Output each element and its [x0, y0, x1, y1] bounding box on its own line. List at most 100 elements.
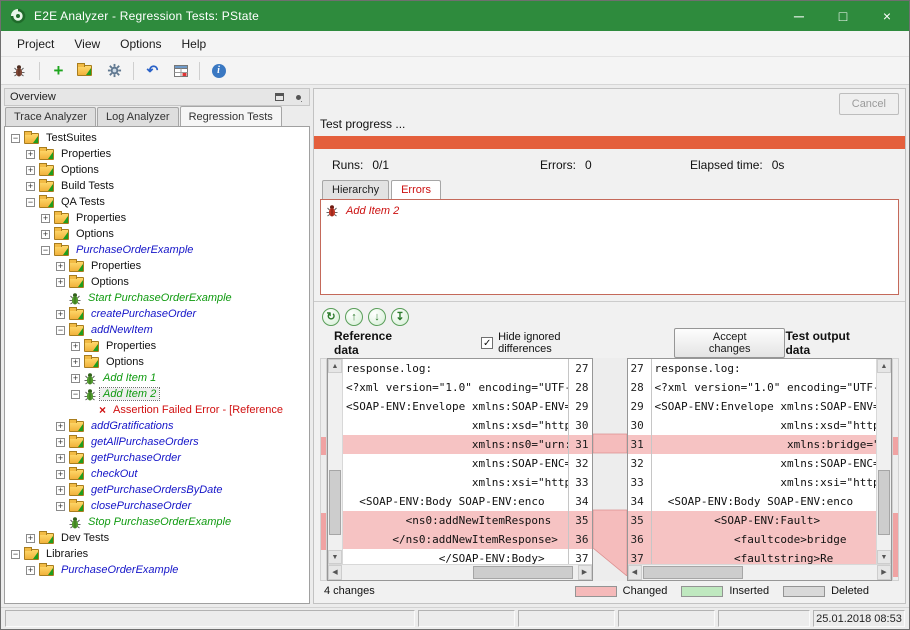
pin-panel-button[interactable] [292, 91, 304, 103]
error-item-add-item-2[interactable]: Add Item 2 [326, 204, 893, 217]
tab-errors[interactable]: Errors [391, 180, 441, 199]
scroll-down-arrow[interactable]: ▼ [877, 550, 891, 564]
change-mark[interactable] [321, 513, 326, 550]
output-lines[interactable]: 27response.log:28<?xml version="1.0" enc… [628, 359, 877, 564]
tree-item-getpurchaseordersbydate[interactable]: +getPurchaseOrdersByDate [5, 482, 309, 498]
change-mark[interactable] [321, 437, 326, 455]
scroll-left-arrow[interactable]: ◀ [628, 565, 642, 580]
collapse-toggle[interactable]: − [71, 390, 80, 399]
tree-item-purchaseorderexample[interactable]: +PurchaseOrderExample [5, 562, 309, 578]
expand-toggle[interactable]: + [56, 262, 65, 271]
close-button[interactable]: × [865, 1, 909, 31]
expand-toggle[interactable]: + [56, 470, 65, 479]
scroll-up-arrow[interactable]: ▲ [877, 359, 891, 373]
scroll-thumb[interactable] [473, 566, 573, 579]
open-button[interactable] [74, 59, 99, 82]
collapse-toggle[interactable]: − [56, 326, 65, 335]
scroll-thumb[interactable] [643, 566, 743, 579]
collapse-toggle[interactable]: − [11, 550, 20, 559]
accept-changes-button[interactable]: Accept changes [674, 328, 786, 358]
expand-toggle[interactable]: + [71, 342, 80, 351]
vertical-scrollbar[interactable]: ▲ ▼ [876, 359, 891, 564]
tree-item-addnewitem[interactable]: −addNewItem [5, 322, 309, 338]
tree-item-start-purchaseorderexample[interactable]: Start PurchaseOrderExample [5, 290, 309, 306]
tree-item-addgratifications[interactable]: +addGratifications [5, 418, 309, 434]
expand-toggle[interactable]: + [26, 566, 35, 575]
tree-item-add-item-1[interactable]: +Add Item 1 [5, 370, 309, 386]
tree-item-getallpurchaseorders[interactable]: +getAllPurchaseOrders [5, 434, 309, 450]
tree-item-add-item-2[interactable]: −Add Item 2 [5, 386, 309, 402]
float-panel-button[interactable] [273, 91, 285, 103]
info-button[interactable]: i [206, 59, 231, 82]
horizontal-scrollbar[interactable]: ◀ ▶ [328, 564, 592, 580]
expand-toggle[interactable]: + [41, 230, 50, 239]
tab-trace-analyzer[interactable]: Trace Analyzer [5, 107, 96, 126]
reference-lines[interactable]: response.log:27<?xml version="1.0" encod… [343, 359, 592, 564]
menu-help[interactable]: Help [172, 33, 217, 55]
settings-button[interactable] [102, 59, 127, 82]
expand-toggle[interactable]: + [56, 278, 65, 287]
change-ruler-right[interactable] [892, 358, 899, 581]
refresh-diff-button[interactable]: ↻ [322, 308, 340, 326]
undo-button[interactable]: ↶ [140, 59, 165, 82]
cancel-button[interactable]: Cancel [839, 93, 899, 115]
tree-item-properties[interactable]: +Properties [5, 338, 309, 354]
tree-item-closepurchaseorder[interactable]: +closePurchaseOrder [5, 498, 309, 514]
tab-log-analyzer[interactable]: Log Analyzer [97, 107, 179, 126]
expand-toggle[interactable]: + [56, 310, 65, 319]
last-diff-button[interactable]: ↧ [391, 308, 409, 326]
expand-toggle[interactable]: + [71, 374, 80, 383]
scroll-thumb[interactable] [878, 470, 890, 536]
run-tests-button[interactable] [8, 59, 33, 82]
tab-regression-tests[interactable]: Regression Tests [180, 106, 282, 126]
expand-toggle[interactable]: + [56, 422, 65, 431]
tree-item-assertion-failed-error-reference[interactable]: ×Assertion Failed Error - [Reference [5, 402, 309, 418]
expand-toggle[interactable]: + [26, 182, 35, 191]
tree-item-qa-tests[interactable]: −QA Tests [5, 194, 309, 210]
vertical-scrollbar[interactable]: ▲ ▼ [328, 359, 343, 564]
tree-item-options[interactable]: +Options [5, 162, 309, 178]
next-diff-button[interactable]: ↓ [368, 308, 386, 326]
tree-item-properties[interactable]: +Properties [5, 146, 309, 162]
tree-item-build-tests[interactable]: +Build Tests [5, 178, 309, 194]
tree-item-libraries[interactable]: −Libraries [5, 546, 309, 562]
scroll-up-arrow[interactable]: ▲ [328, 359, 342, 373]
collapse-toggle[interactable]: − [41, 246, 50, 255]
scroll-right-arrow[interactable]: ▶ [578, 565, 592, 580]
scroll-down-arrow[interactable]: ▼ [328, 550, 342, 564]
prev-diff-button[interactable]: ↑ [345, 308, 363, 326]
tree-item-options[interactable]: +Options [5, 226, 309, 242]
change-mark[interactable] [893, 437, 898, 455]
expand-toggle[interactable]: + [26, 534, 35, 543]
menu-view[interactable]: View [64, 33, 110, 55]
expand-toggle[interactable]: + [56, 502, 65, 511]
expand-toggle[interactable]: + [71, 358, 80, 367]
menu-options[interactable]: Options [110, 33, 171, 55]
tab-hierarchy[interactable]: Hierarchy [322, 180, 389, 199]
minimize-button[interactable]: ─ [777, 1, 821, 31]
expand-toggle[interactable]: + [56, 486, 65, 495]
hide-ignored-checkbox[interactable]: ✓ Hide ignored differences [481, 331, 616, 355]
tree-item-properties[interactable]: +Properties [5, 210, 309, 226]
tree-item-options[interactable]: +Options [5, 274, 309, 290]
menu-project[interactable]: Project [7, 33, 64, 55]
collapse-toggle[interactable]: − [11, 134, 20, 143]
expand-toggle[interactable]: + [26, 150, 35, 159]
tree-item-purchaseorderexample[interactable]: −PurchaseOrderExample [5, 242, 309, 258]
tree-item-properties[interactable]: +Properties [5, 258, 309, 274]
results-table-button[interactable] [168, 59, 193, 82]
expand-toggle[interactable]: + [56, 438, 65, 447]
tree-item-options[interactable]: +Options [5, 354, 309, 370]
scroll-left-arrow[interactable]: ◀ [328, 565, 342, 580]
collapse-toggle[interactable]: − [26, 198, 35, 207]
add-button[interactable]: + [46, 59, 71, 82]
scroll-right-arrow[interactable]: ▶ [877, 565, 891, 580]
horizontal-scrollbar[interactable]: ◀ ▶ [628, 564, 892, 580]
change-mark[interactable] [893, 513, 898, 577]
tree-item-createpurchaseorder[interactable]: +createPurchaseOrder [5, 306, 309, 322]
maximize-button[interactable]: □ [821, 1, 865, 31]
change-ruler-left[interactable] [320, 358, 327, 581]
tree-item-getpurchaseorder[interactable]: +getPurchaseOrder [5, 450, 309, 466]
tree-item-dev-tests[interactable]: +Dev Tests [5, 530, 309, 546]
tree-item-testsuites[interactable]: −TestSuites [5, 130, 309, 146]
